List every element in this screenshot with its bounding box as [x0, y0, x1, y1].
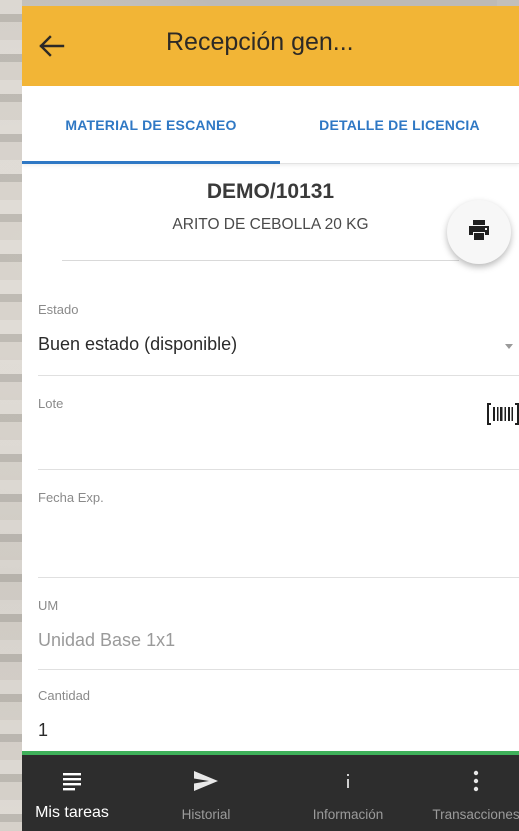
tab-detalle-de-licencia[interactable]: DETALLE DE LICENCIA	[280, 86, 519, 164]
um-value: Unidad Base 1x1	[38, 630, 176, 650]
fecha-exp-field[interactable]: Fecha Exp.	[38, 470, 519, 578]
print-button[interactable]	[447, 200, 511, 264]
bottom-navigation: Mis tareas Historial Información Transac…	[22, 755, 519, 831]
product-description: ARITO DE CEBOLLA 20 KG	[172, 216, 369, 233]
estado-field[interactable]: Estado Buen estado (disponible)	[38, 282, 519, 376]
background-left-edge	[0, 0, 22, 831]
send-icon	[155, 767, 257, 795]
tab-bar: MATERIAL DE ESCANEO DETALLE DE LICENCIA	[22, 86, 519, 164]
nav-label: Historial	[181, 807, 231, 822]
nav-label: Transacciones	[432, 807, 519, 822]
dropdown-arrow-icon[interactable]	[505, 344, 513, 349]
arrow-left-icon[interactable]	[34, 28, 70, 64]
nav-label: Información	[312, 807, 384, 822]
printer-icon	[467, 219, 491, 246]
lote-field[interactable]: Lote	[38, 376, 519, 470]
tab-material-de-escaneo[interactable]: MATERIAL DE ESCANEO	[22, 86, 280, 164]
app-bar: Recepción gen...	[22, 6, 519, 86]
nav-informacion[interactable]: Información	[286, 755, 410, 831]
um-field: UM Unidad Base 1x1	[38, 578, 519, 670]
nav-label: Mis tareas	[35, 804, 109, 821]
app-title: Recepción gen...	[166, 28, 354, 56]
lote-label: Lote	[38, 396, 64, 411]
info-icon	[286, 767, 410, 795]
estado-value[interactable]: Buen estado (disponible)	[38, 334, 237, 355]
task-list-icon	[22, 767, 126, 795]
nav-historial[interactable]: Historial	[155, 755, 257, 831]
estado-label: Estado	[38, 302, 79, 317]
barcode-scan-icon[interactable]	[487, 402, 519, 426]
um-label: UM	[38, 598, 59, 613]
cantidad-label: Cantidad	[38, 688, 91, 703]
more-vertical-icon	[414, 767, 519, 795]
app-window: Recepción gen... MATERIAL DE ESCANEO DET…	[22, 6, 519, 831]
cantidad-input[interactable]: 1	[38, 720, 48, 741]
product-divider	[62, 260, 459, 261]
cantidad-field[interactable]: Cantidad 1	[38, 670, 519, 752]
product-header: DEMO/10131 ARITO DE CEBOLLA 20 KG	[22, 164, 519, 276]
fecha-exp-label: Fecha Exp.	[38, 490, 104, 505]
product-code: DEMO/10131	[206, 180, 335, 203]
nav-mis-tareas[interactable]: Mis tareas	[22, 755, 126, 831]
nav-transacciones[interactable]: Transacciones	[414, 755, 519, 831]
